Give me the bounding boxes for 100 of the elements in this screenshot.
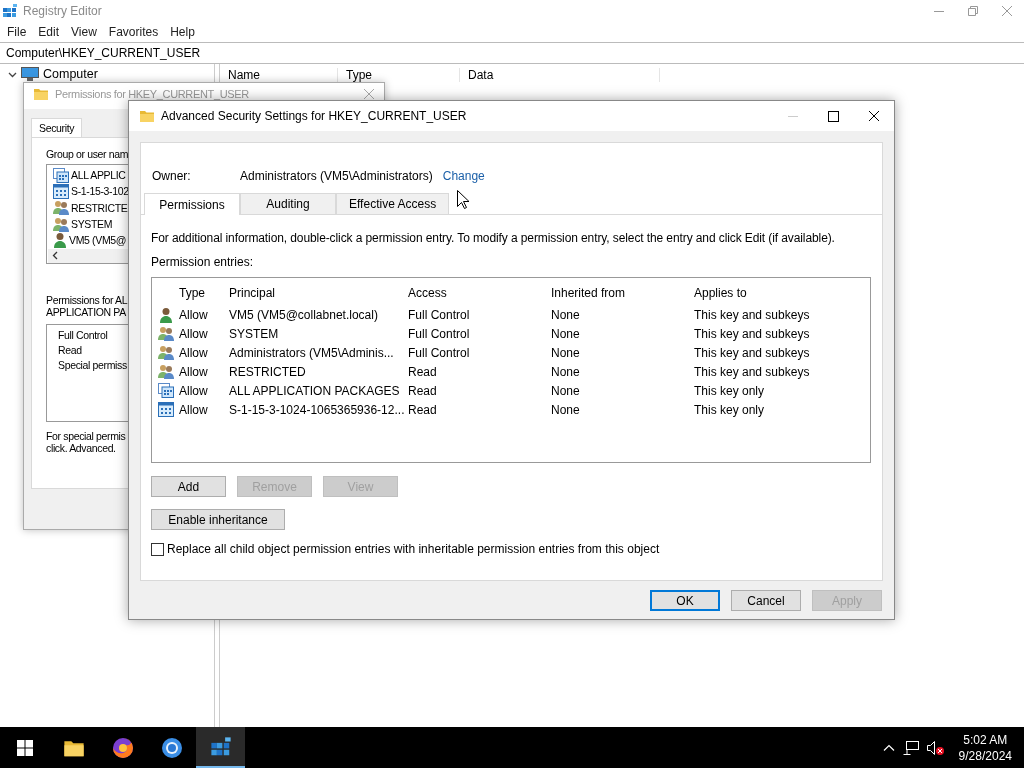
group-icon [157,345,174,360]
monitor-icon [21,67,39,81]
table-cell-text: Read [408,402,438,417]
owner-label: Owner: [152,169,192,183]
table-cell-text: Full Control [408,307,471,322]
table-cell-text: S-1-15-3-1024-1065365936-12... [229,402,406,417]
table-cell-text: Full Control [408,345,471,360]
column-header[interactable]: Type [179,286,229,300]
permissions-label: APPLICATION PA [46,306,126,318]
network-icon[interactable] [902,740,919,755]
tab[interactable]: Auditing [240,193,336,214]
table-cell-text: VM5 (VM5@collabnet.local) [229,307,379,322]
group-icon [53,216,69,232]
menu-item[interactable]: Favorites [102,25,165,39]
column-header[interactable]: Inherited from [551,286,694,300]
user-icon [53,232,67,249]
menu-item[interactable]: File [1,25,33,39]
table-cell-text: Allow [179,345,209,360]
group-icon [53,200,69,216]
table-cell-text: Allow [179,364,209,379]
package-icon [53,167,69,183]
table-cell-text: Allow [179,307,209,322]
table-cell-text: This key and subkeys [694,364,811,379]
cubes-icon [209,735,232,758]
table-cell-text: Administrators (VM5\Adminis... [229,345,395,360]
clock-date[interactable]: 9/28/2024 [958,747,1012,764]
table-cell-text: This key and subkeys [694,326,811,341]
checkbox-label: Replace all child object permission entries with inheritable permission entries from this object [167,542,660,556]
folder-icon [33,86,49,102]
cursor-icon [457,190,469,209]
entries-label: Permission entries: [151,255,255,269]
taskbar-button[interactable] [196,727,245,768]
principal-name[interactable]: RESTRICTE [71,201,128,214]
window-title: Registry Editor [23,4,103,18]
start-icon[interactable] [16,739,33,756]
globe-icon [111,736,134,759]
menu-item[interactable]: View [65,25,103,39]
folder-icon [139,108,155,124]
table-cell-text: None [551,364,581,379]
column-header[interactable]: Access [408,286,551,300]
ring-icon [160,736,183,759]
column-header[interactable]: Data [460,68,660,82]
dialog-button[interactable]: OK [650,590,720,611]
app-icon [2,3,18,19]
table-cell-text: None [551,326,581,341]
table-cell-text: ALL APPLICATION PACKAGES [229,383,401,398]
scroll-left-icon[interactable] [52,251,58,261]
owner-value: Administrators (VM5\Administrators) [240,169,433,183]
maximize-icon[interactable] [828,110,839,122]
menu-item[interactable]: Edit [32,25,66,39]
minimize-icon[interactable] [934,10,944,12]
change-link[interactable]: Change [442,169,485,183]
grid-icon [53,183,69,199]
permission-name: Special permiss [58,359,127,371]
table-cell-text: This key only [694,383,766,398]
menu-item[interactable]: Help [164,25,201,39]
principal-name[interactable]: SYSTEM [71,218,113,231]
restore-icon[interactable] [968,6,978,16]
group-label: Group or user nam [46,148,129,160]
tree-item[interactable]: Computer [43,67,98,81]
checkbox[interactable] [151,542,164,556]
clock-time[interactable]: 5:02 AM [963,731,1008,748]
group-icon [157,364,174,379]
note-text: For special permis [46,430,126,442]
table-cell-text: Full Control [408,326,471,341]
speaker-muted-icon[interactable] [926,740,945,755]
principal-name[interactable]: VM5 (VM5@ [69,234,127,247]
tab[interactable]: Security [31,118,83,137]
user-icon [158,306,173,323]
close-icon[interactable] [869,111,879,121]
grid-icon [157,402,174,417]
info-text: For additional information, double-click a permission entry. To modify a permission entry, select the entry and click Edit (if available). [151,231,836,245]
enable-inheritance-button[interactable]: Enable inheritance [151,509,285,530]
table-cell-text: This key and subkeys [694,307,811,322]
dialog-title: Permissions for HKEY_CURRENT_USER [55,88,250,100]
note-text: click. Advanced. [46,442,116,454]
package-icon [157,383,174,398]
group-icon [157,326,174,341]
table-cell-text: None [551,307,581,322]
table-cell-text: None [551,345,581,360]
table-cell-text: Allow [179,326,209,341]
dialog-button[interactable]: Cancel [731,590,801,611]
principal-name[interactable]: ALL APPLIC [71,169,126,182]
table-cell-text: SYSTEM [229,326,280,341]
table-cell-text: Read [408,383,438,398]
permission-name: Read [58,344,82,356]
tab[interactable]: Effective Access [336,193,450,214]
table-cell-text: Allow [179,402,209,417]
principal-name[interactable]: S-1-15-3-102 [71,185,129,198]
address-bar[interactable]: Computer\HKEY_CURRENT_USER [0,42,1024,64]
chevron-up-icon[interactable] [882,744,895,751]
column-header[interactable]: Applies to [694,286,870,300]
column-header[interactable]: Principal [229,286,408,300]
entry-button[interactable]: Add [151,476,226,497]
tab[interactable]: Permissions [144,193,240,215]
table-cell-text: This key and subkeys [694,345,811,360]
table-cell-text: None [551,402,581,417]
table-cell-text: None [551,383,581,398]
table-cell-text: Read [408,364,438,379]
permissions-label: Permissions for AL [46,294,128,306]
